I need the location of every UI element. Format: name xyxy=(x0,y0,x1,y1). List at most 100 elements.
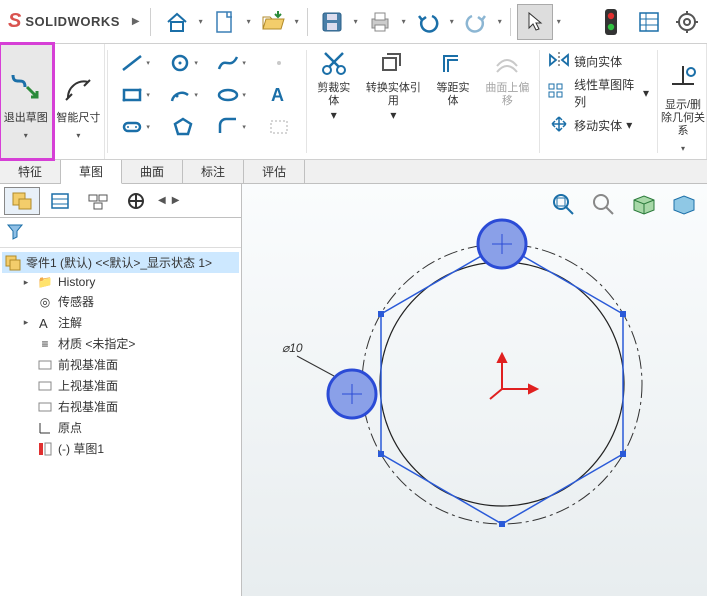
dropdown-icon[interactable]: ▾ xyxy=(331,108,337,122)
tab-annotate[interactable]: 标注 xyxy=(183,160,244,183)
mirror-icon xyxy=(548,51,570,72)
display-relations-button[interactable]: 显示/删除几何关系 ▾ xyxy=(660,44,707,159)
convert-entities-button[interactable]: 转换实体引用 ▾ xyxy=(358,44,428,159)
exit-sketch-label: 退出草图 xyxy=(4,112,48,125)
offset-entities-button[interactable]: 等距实体 xyxy=(428,44,477,159)
surface-offset-button[interactable]: 曲面上偏移 xyxy=(478,44,538,159)
slot-tool[interactable]: ▾ xyxy=(112,112,158,142)
tree-origin[interactable]: 原点 xyxy=(2,417,239,438)
dropdown-icon[interactable]: ▾ xyxy=(390,108,396,122)
perpendicular-icon xyxy=(668,51,698,99)
offset-icon xyxy=(438,46,468,80)
feature-tree-tab[interactable] xyxy=(4,187,40,215)
tree-sensors[interactable]: ◎传感器 xyxy=(2,291,239,312)
options-button[interactable] xyxy=(631,4,667,40)
tree-material[interactable]: ≡材质 <未指定> xyxy=(2,333,239,354)
spline-tool[interactable]: ▾ xyxy=(208,48,254,78)
tab-evaluate[interactable]: 评估 xyxy=(244,160,305,183)
separator xyxy=(307,8,308,36)
open-button[interactable] xyxy=(255,4,291,40)
zoom-to-area-button[interactable] xyxy=(587,190,621,218)
property-manager-tab[interactable] xyxy=(42,187,78,215)
tree-root[interactable]: 零件1 (默认) <<默认>_显示状态 1> xyxy=(2,252,239,273)
panel-nav-next[interactable]: ▶ xyxy=(170,195,182,206)
point-tool[interactable] xyxy=(256,48,302,78)
display-relations-label: 显示/删除几何关系 xyxy=(660,99,706,138)
home-button[interactable] xyxy=(159,4,195,40)
tab-features[interactable]: 特征 xyxy=(0,160,61,183)
dropdown-icon[interactable]: ▾ xyxy=(448,17,456,26)
dimxpert-tab[interactable] xyxy=(118,187,154,215)
dimension-text: ⌀10 xyxy=(282,341,303,355)
mirror-entities-button[interactable]: 镜向实体 xyxy=(544,48,653,74)
tree-annotations[interactable]: ▸A注解 xyxy=(2,312,239,333)
dropdown-icon[interactable]: ▾ xyxy=(76,131,80,140)
select-button[interactable] xyxy=(517,4,553,40)
app-logo: S SOLIDWORKS xyxy=(2,0,126,43)
print-button[interactable] xyxy=(362,4,398,40)
trim-label: 剪裁实体 xyxy=(313,82,354,108)
ellipse-tool[interactable]: ▾ xyxy=(208,80,254,110)
dropdown-icon[interactable]: ▾ xyxy=(626,118,632,132)
move-icon xyxy=(548,115,570,136)
dropdown-icon[interactable]: ▾ xyxy=(643,86,649,100)
fillet-tool[interactable]: ▾ xyxy=(208,112,254,142)
tree-label: 上视基准面 xyxy=(58,377,118,394)
save-button[interactable] xyxy=(314,4,350,40)
tab-sketch[interactable]: 草图 xyxy=(61,160,122,184)
move-entities-button[interactable]: 移动实体 ▾ xyxy=(544,112,653,138)
rectangle-tool[interactable]: ▾ xyxy=(112,80,158,110)
settings-gear-icon[interactable] xyxy=(669,4,705,40)
origin-icon xyxy=(36,421,54,435)
undo-button[interactable] xyxy=(410,4,446,40)
tree-front-plane[interactable]: 前视基准面 xyxy=(2,354,239,375)
tree-top-plane[interactable]: 上视基准面 xyxy=(2,375,239,396)
line-tool[interactable]: ▾ xyxy=(112,48,158,78)
linear-pattern-button[interactable]: 线性草图阵列 ▾ xyxy=(544,80,653,106)
graphics-area[interactable]: ⌀10 xyxy=(242,184,707,596)
dropdown-icon[interactable]: ▾ xyxy=(352,17,360,26)
view-orientation-button[interactable] xyxy=(627,190,661,218)
smart-dimension-button[interactable]: 智能尺寸 ▾ xyxy=(53,44,106,159)
redo-button[interactable] xyxy=(458,4,494,40)
dropdown-icon[interactable]: ▾ xyxy=(293,17,301,26)
polygon-tool[interactable] xyxy=(160,112,206,142)
tab-surfaces[interactable]: 曲面 xyxy=(122,160,183,183)
exit-sketch-icon xyxy=(7,64,45,112)
dropdown-icon[interactable]: ▾ xyxy=(245,17,253,26)
tree-label: (-) 草图1 xyxy=(58,440,104,457)
plane-tool[interactable] xyxy=(256,112,302,142)
display-style-button[interactable] xyxy=(667,190,701,218)
app-name: SOLIDWORKS xyxy=(25,14,120,29)
circle-tool[interactable]: ▾ xyxy=(160,48,206,78)
traffic-light-icon[interactable] xyxy=(593,4,629,40)
dropdown-icon[interactable]: ▾ xyxy=(496,17,504,26)
arc-tool[interactable]: ▾ xyxy=(160,80,206,110)
exit-sketch-button[interactable]: 退出草图 ▾ xyxy=(0,44,53,159)
text-tool[interactable]: A xyxy=(256,80,302,110)
dropdown-icon[interactable]: ▾ xyxy=(197,17,205,26)
pattern-icon xyxy=(548,83,570,104)
offset-label: 等距实体 xyxy=(432,82,473,108)
configuration-manager-tab[interactable] xyxy=(80,187,116,215)
dropdown-icon[interactable]: ▾ xyxy=(24,131,28,140)
zoom-to-fit-button[interactable] xyxy=(547,190,581,218)
tree-history[interactable]: ▸📁History xyxy=(2,273,239,291)
new-button[interactable] xyxy=(207,4,243,40)
filter-bar[interactable] xyxy=(0,218,241,248)
expand-icon[interactable]: ▸ xyxy=(20,277,32,288)
dropdown-icon[interactable]: ▾ xyxy=(400,17,408,26)
panel-nav-prev[interactable]: ◀ xyxy=(156,195,168,206)
expand-icon[interactable]: ▸ xyxy=(20,317,32,328)
app-menu-chevron-icon[interactable]: ▶ xyxy=(126,16,146,27)
feature-manager-panel: ◀ ▶ 零件1 (默认) <<默认>_显示状态 1> ▸📁History ◎传感… xyxy=(0,184,242,596)
trim-button[interactable]: 剪裁实体 ▾ xyxy=(309,44,358,159)
quick-access-toolbar: ▾ ▾ ▾ ▾ ▾ ▾ ▾ ▾ xyxy=(159,0,563,43)
convert-label: 转换实体引用 xyxy=(362,82,424,108)
tree-sketch1[interactable]: (-) 草图1 xyxy=(2,438,239,459)
plane-icon xyxy=(36,400,54,414)
separator xyxy=(306,50,307,153)
dropdown-icon[interactable]: ▾ xyxy=(681,144,685,153)
tree-right-plane[interactable]: 右视基准面 xyxy=(2,396,239,417)
dropdown-icon[interactable]: ▾ xyxy=(555,17,563,26)
